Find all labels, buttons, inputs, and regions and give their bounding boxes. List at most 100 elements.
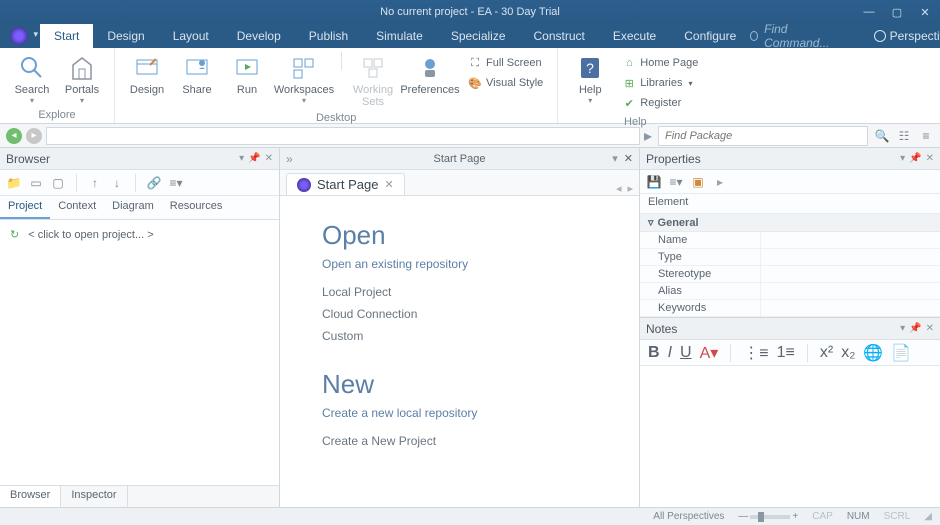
tab-start[interactable]: Start: [40, 24, 93, 48]
browser-tab-resources[interactable]: Resources: [162, 196, 231, 219]
number-list-button[interactable]: 1≡: [777, 344, 795, 362]
tab-construct[interactable]: Construct: [520, 24, 599, 48]
tab-execute[interactable]: Execute: [599, 24, 670, 48]
find-command[interactable]: Find Command...: [750, 24, 861, 48]
new-repository-link[interactable]: Create a new local repository: [322, 406, 597, 420]
property-value[interactable]: [760, 232, 940, 248]
tab-publish[interactable]: Publish: [295, 24, 362, 48]
bottom-tab-browser[interactable]: Browser: [0, 486, 61, 507]
property-value[interactable]: [760, 266, 940, 282]
open-repository-link[interactable]: Open an existing repository: [322, 257, 597, 271]
open-local-project[interactable]: Local Project: [322, 285, 597, 299]
underline-button[interactable]: U: [680, 344, 692, 362]
list-icon[interactable]: ≡: [918, 128, 934, 144]
up-icon[interactable]: ↑: [87, 175, 103, 191]
property-value[interactable]: [760, 249, 940, 265]
create-new-project[interactable]: Create a New Project: [322, 434, 597, 448]
browser-tab-diagram[interactable]: Diagram: [104, 196, 162, 219]
search-button[interactable]: Search▾: [8, 52, 56, 107]
close-panel-icon[interactable]: ✕: [265, 153, 273, 164]
doc-dropdown-icon[interactable]: ▾: [612, 152, 618, 165]
tab-close-icon[interactable]: ✕: [384, 178, 393, 191]
visual-style-button[interactable]: 🎨Visual Style: [466, 74, 545, 92]
nav-back-button[interactable]: ◂: [6, 128, 22, 144]
help-button[interactable]: ? Help▾: [566, 52, 614, 107]
notes-textarea[interactable]: [640, 366, 940, 507]
share-button[interactable]: Share: [173, 52, 221, 98]
status-perspectives[interactable]: All Perspectives: [653, 511, 724, 522]
property-value[interactable]: [760, 283, 940, 299]
find-package-input[interactable]: [658, 126, 868, 146]
register-button[interactable]: ✔Register: [620, 94, 700, 112]
open-custom[interactable]: Custom: [322, 329, 597, 343]
pin-icon[interactable]: 📌: [248, 153, 260, 164]
perspective-menu[interactable]: Perspective ▾: [862, 24, 940, 48]
full-screen-button[interactable]: ⛶Full Screen: [466, 54, 545, 72]
save-icon[interactable]: 💾: [646, 174, 662, 190]
tab-simulate[interactable]: Simulate: [362, 24, 437, 48]
pin-icon[interactable]: 📌: [909, 323, 921, 334]
bold-button[interactable]: B: [648, 344, 660, 362]
dropdown-icon[interactable]: ▾: [239, 153, 244, 164]
doc-close-icon[interactable]: ✕: [624, 152, 633, 165]
tab-configure[interactable]: Configure: [670, 24, 750, 48]
nav-forward-button[interactable]: ▸: [26, 128, 42, 144]
document-icon[interactable]: 📄: [891, 343, 911, 363]
bottom-tab-inspector[interactable]: Inspector: [61, 486, 127, 507]
run-button[interactable]: Run: [223, 52, 271, 98]
new-diagram-icon[interactable]: ▭: [28, 175, 44, 191]
insert-icon[interactable]: 🌐: [863, 343, 883, 363]
properties-table: ▿General Name Type Stereotype Alias Keyw…: [640, 214, 940, 317]
superscript-button[interactable]: x²: [820, 344, 833, 362]
nav-play-button[interactable]: ▸: [644, 126, 652, 146]
property-value[interactable]: [760, 300, 940, 316]
close-panel-icon[interactable]: ✕: [926, 323, 934, 334]
properties-category[interactable]: Element: [640, 194, 940, 214]
dropdown-icon[interactable]: ▾: [900, 323, 905, 334]
preferences-button[interactable]: Preferences: [400, 52, 460, 98]
menu-icon[interactable]: ≡▾: [668, 174, 684, 190]
play-icon[interactable]: ▸: [712, 174, 728, 190]
italic-button[interactable]: I: [668, 344, 672, 362]
workspaces-button[interactable]: Workspaces▾: [273, 52, 335, 107]
down-icon[interactable]: ↓: [109, 175, 125, 191]
close-button[interactable]: ✕: [916, 6, 934, 19]
tab-nav-arrows[interactable]: ◂▸: [616, 182, 633, 195]
home-page-button[interactable]: ⌂Home Page: [620, 54, 700, 72]
minimize-button[interactable]: —: [860, 6, 878, 19]
open-project-hint[interactable]: < click to open project... >: [28, 229, 153, 241]
new-element-icon[interactable]: ▢: [50, 175, 66, 191]
hamburger-icon[interactable]: ≡▾: [168, 175, 184, 191]
find-icon[interactable]: 🔍: [874, 128, 890, 144]
dropdown-icon[interactable]: ▾: [900, 153, 905, 164]
browser-tab-project[interactable]: Project: [0, 196, 50, 219]
zoom-slider[interactable]: —+: [738, 511, 798, 522]
link-icon[interactable]: 🔗: [146, 175, 162, 191]
subscript-button[interactable]: x₂: [841, 344, 855, 362]
portals-button[interactable]: Portals▾: [58, 52, 106, 107]
doc-tab-startpage[interactable]: Start Page ✕: [286, 173, 405, 195]
tab-specialize[interactable]: Specialize: [437, 24, 520, 48]
app-menu-icon[interactable]: [10, 27, 28, 45]
libraries-button[interactable]: ⊞Libraries▾: [620, 74, 700, 92]
tab-develop[interactable]: Develop: [223, 24, 295, 48]
close-panel-icon[interactable]: ✕: [926, 153, 934, 164]
pin-icon[interactable]: 📌: [909, 153, 921, 164]
open-cloud-connection[interactable]: Cloud Connection: [322, 307, 597, 321]
browser-tab-context[interactable]: Context: [50, 196, 104, 219]
tab-design[interactable]: Design: [93, 24, 158, 48]
address-bar[interactable]: [46, 127, 640, 145]
properties-section-general[interactable]: ▿General: [640, 214, 940, 232]
new-package-icon[interactable]: 📁: [6, 175, 22, 191]
window-icon[interactable]: ▣: [690, 174, 706, 190]
tab-layout[interactable]: Layout: [159, 24, 223, 48]
resize-grip-icon[interactable]: ◢: [924, 511, 932, 522]
design-button[interactable]: Design: [123, 52, 171, 98]
maximize-button[interactable]: ▢: [888, 6, 906, 19]
bullet-list-button[interactable]: ⋮≡: [743, 343, 768, 363]
grid-icon[interactable]: ☷: [896, 128, 912, 144]
doc-back-icon[interactable]: »: [286, 152, 293, 166]
project-tree[interactable]: ↻ < click to open project... >: [0, 220, 279, 485]
working-sets-button[interactable]: Working Sets: [348, 52, 398, 110]
font-color-button[interactable]: A▾: [700, 343, 719, 363]
